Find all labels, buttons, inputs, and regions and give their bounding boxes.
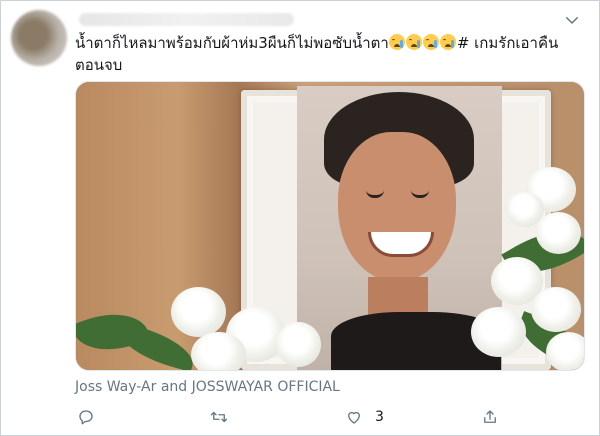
tweet-media-image[interactable] [75,81,585,371]
retweet-button[interactable] [210,406,228,428]
share-icon [484,410,496,423]
white-rose [546,332,584,370]
like-button[interactable]: 3 [345,406,384,428]
white-rose [531,287,581,332]
heart-icon [348,411,360,424]
tweet-text: น้ำตาก็ไหลมาพร้อมกับผ้าห่ม3ผืนก็ไม่พอซับ… [75,32,575,76]
white-rose [536,212,581,254]
media-credit[interactable]: Joss Way-Ar and JOSSWAYAR OFFICIAL [75,379,340,395]
emoji-crying-3 [422,34,439,50]
reply-icon [79,410,93,425]
like-count: 3 [375,409,384,425]
white-flower [171,287,226,337]
emoji-crying-2 [405,34,422,50]
emoji-crying-4 [439,34,456,50]
avatar[interactable] [11,10,67,66]
reply-button[interactable] [77,406,95,428]
tweet-card[interactable]: น้ำตาก็ไหลมาพร้อมกับผ้าห่ม3ผืนก็ไม่พอซับ… [0,0,600,436]
white-flower [191,332,246,370]
tweet-body: น้ำตาก็ไหลมาพร้อมกับผ้าห่ม3ผืนก็ไม่พอซับ… [75,34,389,52]
white-rose [471,307,526,357]
emoji-crying-1 [388,34,405,50]
retweet-icon [210,411,228,423]
blurred-username [79,13,294,26]
portrait-face [338,132,456,282]
tweet-actions: 3 [75,406,535,428]
chevron-down-icon[interactable] [563,11,581,29]
white-flower [276,322,321,367]
share-button[interactable] [481,406,499,428]
